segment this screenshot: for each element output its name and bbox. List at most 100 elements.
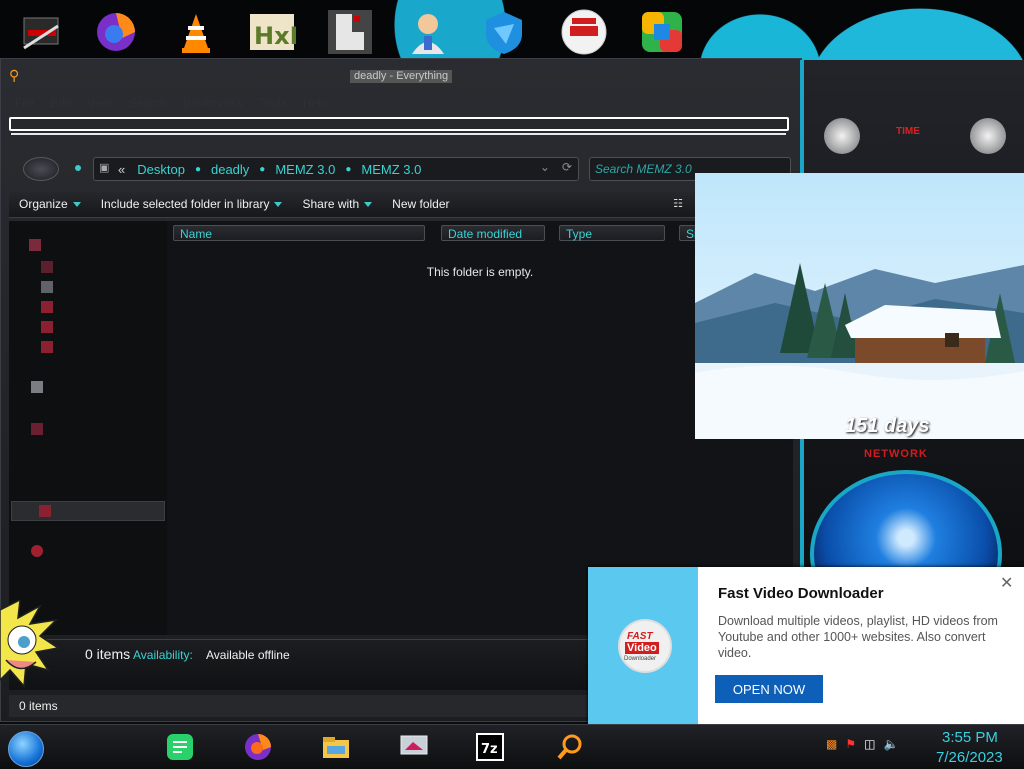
- toast-icon-panel: FAST Video Downloader: [588, 567, 698, 725]
- vlc-icon[interactable]: [170, 6, 222, 58]
- nav-item-favorites[interactable]: [29, 237, 41, 253]
- back-forward-button[interactable]: [23, 157, 59, 181]
- availability-value: Available offline: [206, 648, 290, 662]
- firefox-icon[interactable]: [90, 6, 142, 58]
- window-title: deadly - Everything: [350, 70, 453, 83]
- open-now-button[interactable]: OPEN NOW: [715, 675, 823, 703]
- address-bar[interactable]: ▣ « Desktop ● deadly ● MEMZ 3.0 ● MEMZ 3…: [93, 157, 579, 181]
- time-label: TIME: [896, 126, 920, 137]
- menu-edit[interactable]: Edit: [42, 93, 79, 113]
- organize-button[interactable]: Organize: [9, 197, 91, 211]
- doctor-icon[interactable]: [402, 6, 454, 58]
- nav-item[interactable]: [41, 319, 53, 335]
- nav-item-homegroup[interactable]: [31, 379, 43, 395]
- navigation-row: ▣ « Desktop ● deadly ● MEMZ 3.0 ● MEMZ 3…: [1, 155, 801, 185]
- clock-time[interactable]: 3:55 PM: [942, 729, 998, 746]
- column-type[interactable]: Type: [559, 225, 665, 241]
- menu-help[interactable]: Help: [295, 93, 336, 113]
- drive-icon: [39, 505, 51, 517]
- menu-file[interactable]: File: [7, 93, 42, 113]
- toolbox-icon[interactable]: [16, 6, 68, 58]
- folder-icon: [41, 321, 53, 333]
- close-icon[interactable]: ✕: [1000, 573, 1013, 593]
- media-taskbar-icon[interactable]: [390, 729, 438, 765]
- volume-icon[interactable]: 🔈: [883, 737, 898, 751]
- notes-app-icon[interactable]: [156, 729, 204, 765]
- menu-search[interactable]: Search: [121, 93, 175, 113]
- alien-head-icon: [970, 118, 1006, 154]
- fast-video-downloader-logo-icon: FAST Video Downloader: [618, 619, 672, 673]
- crumb-separator-icon[interactable]: ●: [335, 164, 361, 175]
- crumb-desktop[interactable]: Desktop: [137, 162, 185, 177]
- address-buttons: ⌄ ⟳: [540, 160, 572, 174]
- clock-date[interactable]: 7/26/2023: [936, 749, 1003, 766]
- folder-icon: [41, 341, 53, 353]
- share-with-label: Share with: [302, 197, 360, 211]
- taskbar: 7z ▩ ⚑ ◫ 🔈 3:55 PM 7/26/2023: [0, 724, 1024, 769]
- include-library-button[interactable]: Include selected folder in library: [91, 197, 293, 211]
- crumb-separator-icon[interactable]: ●: [185, 164, 211, 175]
- recent-pages-dot[interactable]: [75, 165, 81, 171]
- countdown-picture[interactable]: 151 days: [695, 173, 1024, 439]
- app-square-icon[interactable]: [636, 6, 688, 58]
- title-bar[interactable]: ⚲ deadly - Everything: [1, 59, 801, 89]
- menu-bookmarks[interactable]: Bookmarks: [175, 93, 251, 113]
- desktop-icon-row: HxD: [0, 4, 1024, 62]
- homegroup-icon: [31, 381, 43, 393]
- crumb-memz[interactable]: MEMZ 3.0: [361, 162, 421, 177]
- logo-text-fast: FAST: [627, 631, 653, 642]
- file-explorer-taskbar-icon[interactable]: [312, 729, 360, 765]
- firefox-taskbar-icon[interactable]: [234, 729, 282, 765]
- refresh-icon[interactable]: ⟳: [562, 160, 572, 174]
- shield-icon[interactable]: [478, 6, 530, 58]
- share-with-button[interactable]: Share with: [292, 197, 382, 211]
- nav-item[interactable]: [41, 299, 53, 315]
- crumb-separator-icon[interactable]: ●: [249, 164, 275, 175]
- column-date-modified[interactable]: Date modified: [441, 225, 545, 241]
- organize-label: Organize: [19, 197, 68, 211]
- everything-taskbar-icon[interactable]: [546, 729, 594, 765]
- nav-item-selected-drive[interactable]: [11, 501, 165, 521]
- caret-down-icon: [72, 201, 81, 207]
- breadcrumb-overflow[interactable]: «: [118, 162, 137, 177]
- include-library-label: Include selected folder in library: [100, 197, 270, 211]
- new-folder-label: New folder: [392, 197, 450, 211]
- everything-search-bar[interactable]: [9, 117, 789, 131]
- new-folder-button[interactable]: New folder: [382, 197, 459, 211]
- cartoon-character-sticker: [0, 598, 60, 710]
- action-center-icon[interactable]: ⚑: [845, 737, 856, 751]
- app-icon[interactable]: [324, 6, 376, 58]
- menu-view[interactable]: View: [79, 93, 121, 113]
- crumb-deadly[interactable]: deadly: [211, 162, 249, 177]
- chevron-down-icon[interactable]: ⌄: [540, 160, 550, 174]
- alien-head-icon: [824, 118, 860, 154]
- nav-item-drive[interactable]: [39, 503, 51, 519]
- star-icon: [29, 239, 41, 251]
- network-icon: [31, 545, 43, 557]
- menu-tools[interactable]: Tools: [251, 93, 295, 113]
- network-icon[interactable]: ◫: [864, 737, 875, 751]
- caret-down-icon: [274, 201, 283, 207]
- navigation-pane[interactable]: [9, 221, 167, 635]
- availability-label: Availability:: [133, 648, 193, 662]
- logo-text-video: Video: [625, 642, 659, 654]
- nav-item[interactable]: [41, 339, 53, 355]
- item-count: 0 items: [85, 646, 131, 662]
- nav-item[interactable]: [41, 259, 53, 275]
- column-name[interactable]: Name: [173, 225, 425, 241]
- crumb-memz-parent[interactable]: MEMZ 3.0: [275, 162, 335, 177]
- computer-icon: [31, 423, 43, 435]
- svg-text:7z: 7z: [481, 742, 498, 757]
- tray-app-icon[interactable]: ▩: [826, 737, 837, 751]
- fast-video-downloader-icon[interactable]: [558, 6, 610, 58]
- view-options-icon[interactable]: ☷: [673, 197, 683, 210]
- nav-item-computer[interactable]: [31, 421, 43, 437]
- start-button[interactable]: [8, 731, 44, 767]
- 7zip-taskbar-icon[interactable]: 7z: [466, 729, 514, 765]
- nav-item[interactable]: [41, 279, 53, 295]
- nav-item-network[interactable]: [31, 543, 43, 559]
- notification-toast[interactable]: FAST Video Downloader Fast Video Downloa…: [588, 567, 1024, 725]
- logo-text-downloader: Downloader: [624, 656, 657, 662]
- menu-bar: File Edit View Search Bookmarks Tools He…: [7, 93, 791, 113]
- hxd-icon[interactable]: HxD: [246, 6, 298, 58]
